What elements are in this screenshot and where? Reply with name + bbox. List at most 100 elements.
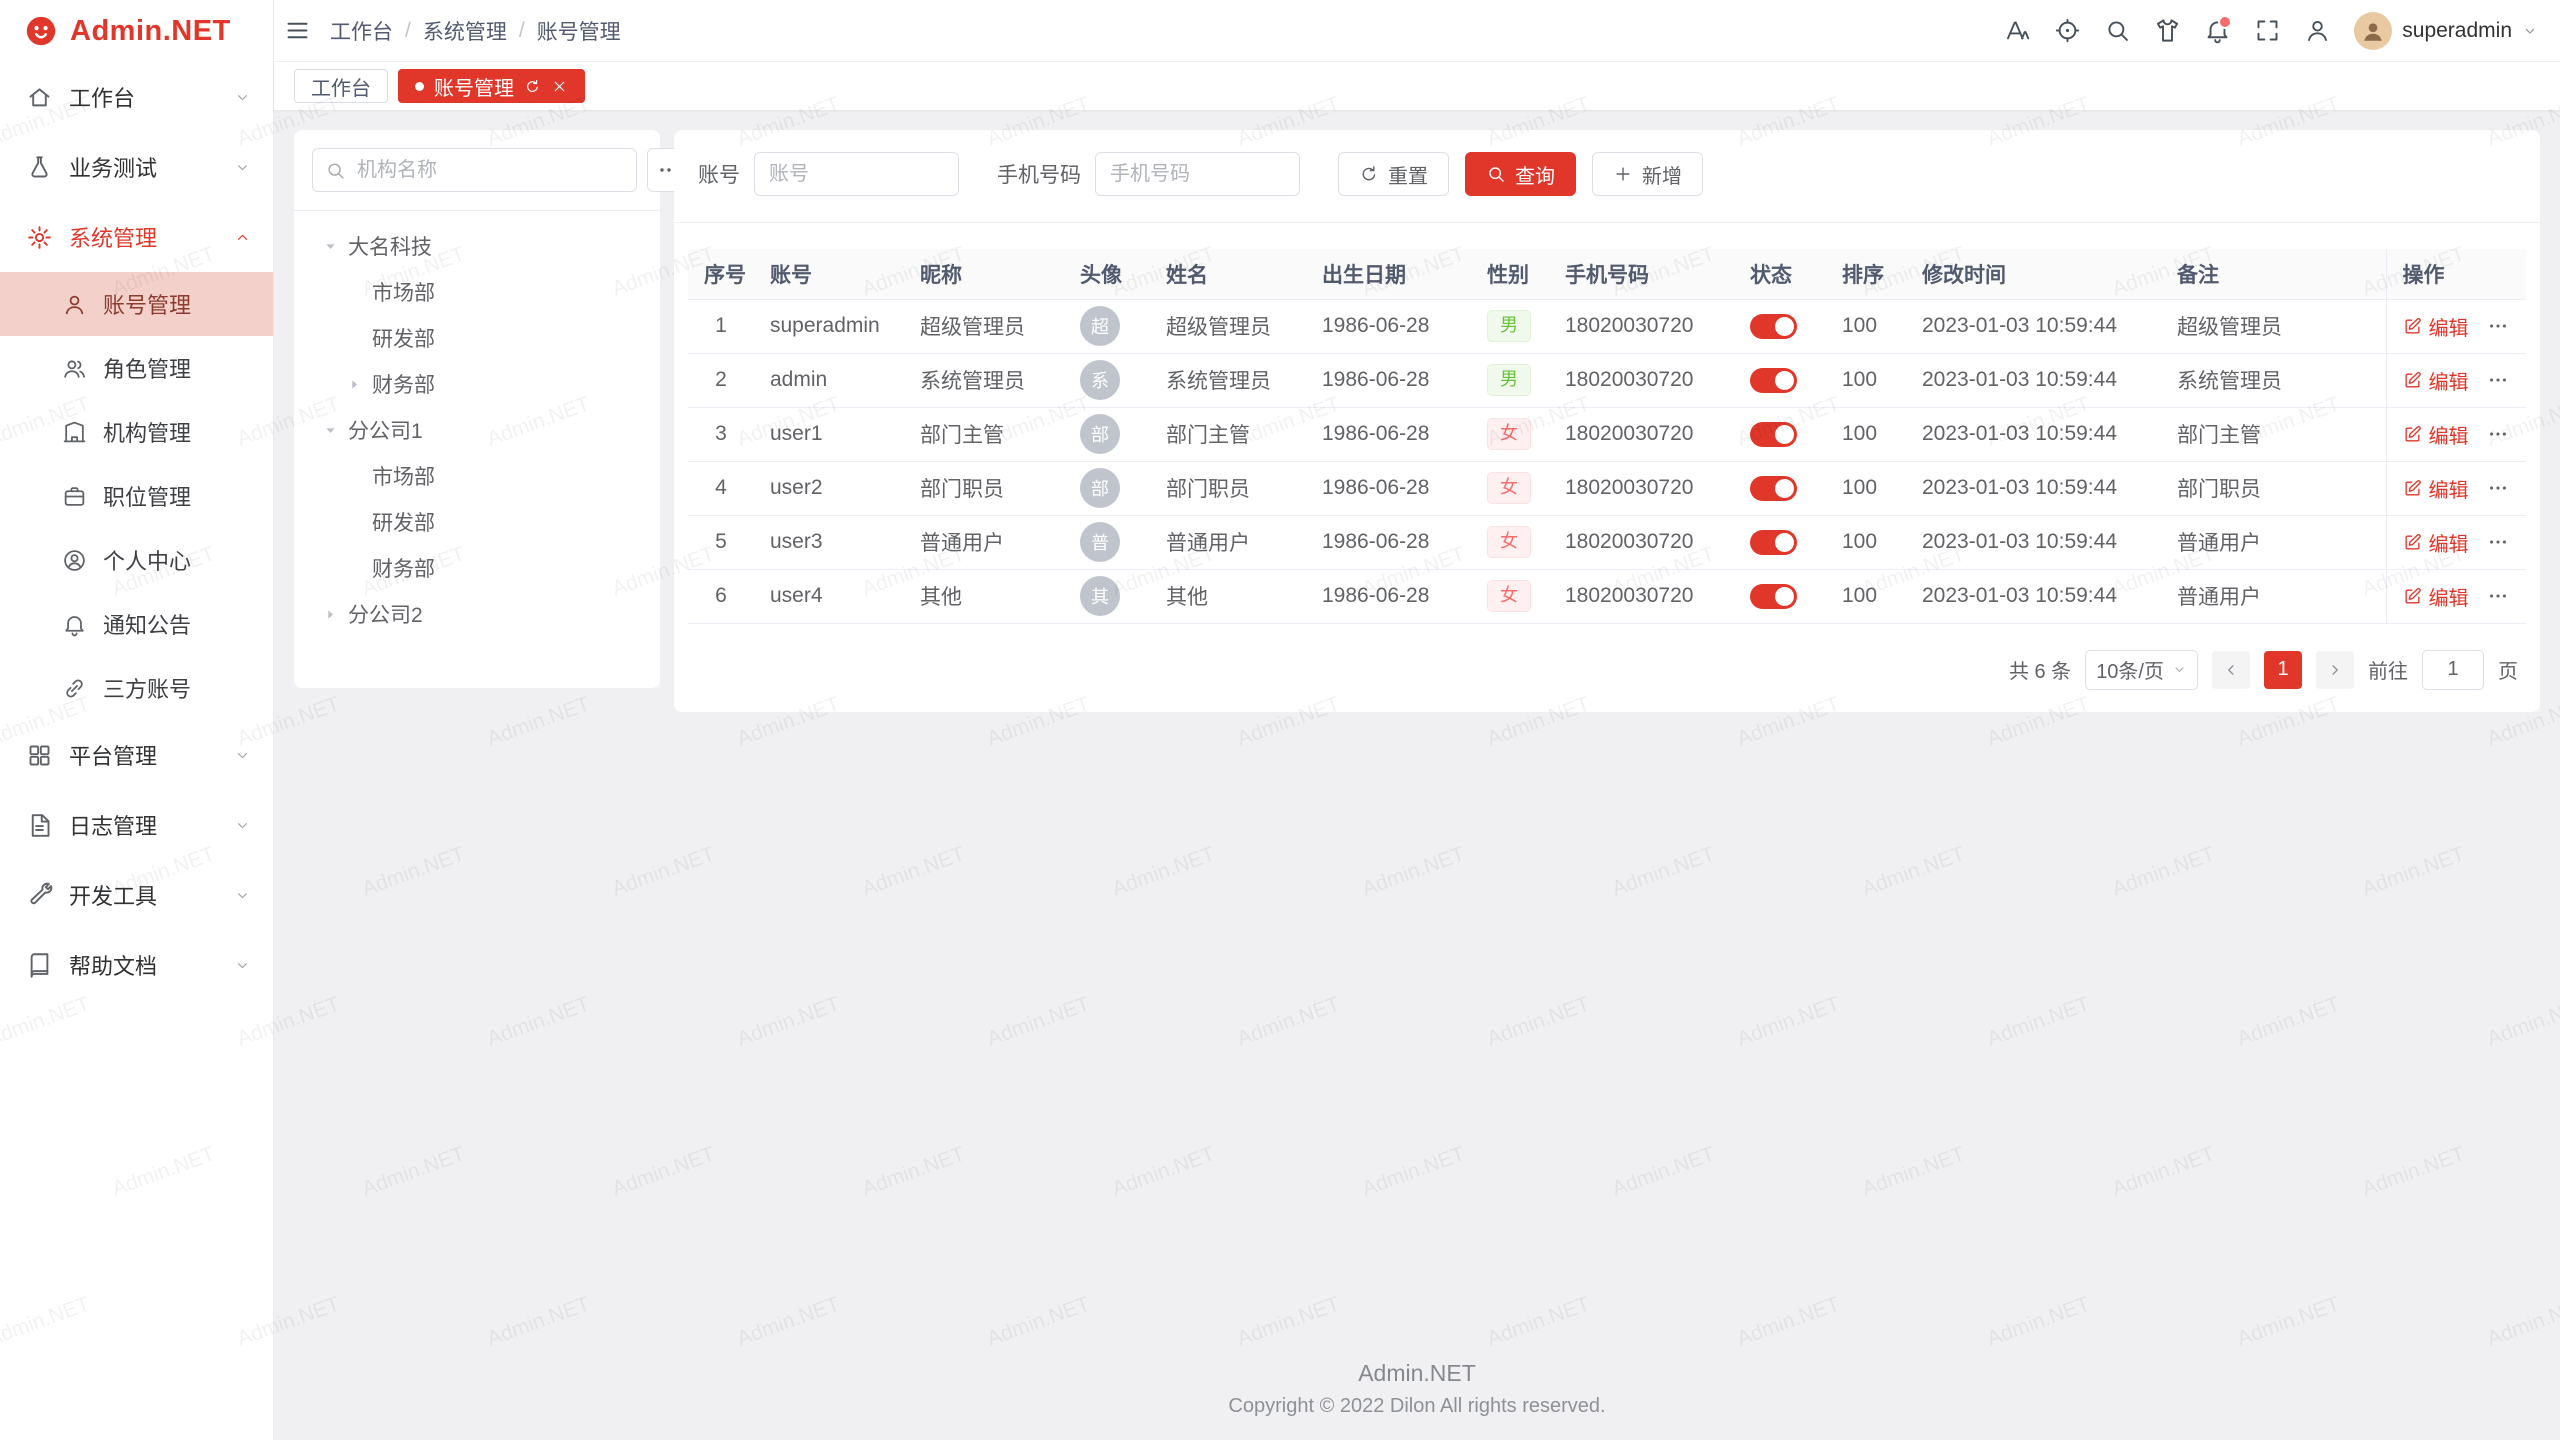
sidebar-item-gear[interactable]: 系统管理 bbox=[0, 202, 273, 272]
submenu-item-label: 三方账号 bbox=[103, 672, 191, 704]
sidebar-item-tools[interactable]: 开发工具 bbox=[0, 860, 273, 930]
sidebar-item-test[interactable]: 业务测试 bbox=[0, 132, 273, 202]
account-input[interactable] bbox=[754, 152, 959, 196]
org-search-field[interactable] bbox=[355, 158, 624, 183]
submenu-item-profile[interactable]: 个人中心 bbox=[0, 528, 273, 592]
submenu-item-link[interactable]: 三方账号 bbox=[0, 656, 273, 720]
status-toggle[interactable] bbox=[1750, 530, 1797, 555]
submenu-item-role[interactable]: 角色管理 bbox=[0, 336, 273, 400]
column-header[interactable]: 排序 bbox=[1826, 249, 1906, 299]
theme-button[interactable] bbox=[2144, 8, 2190, 54]
breadcrumb-item[interactable]: 工作台 bbox=[330, 16, 393, 46]
search-button[interactable] bbox=[2094, 8, 2140, 54]
user-button[interactable] bbox=[2294, 8, 2340, 54]
column-header[interactable]: 姓名 bbox=[1150, 249, 1306, 299]
tab-0[interactable]: 工作台 bbox=[294, 69, 388, 103]
fullscreen-button[interactable] bbox=[2244, 8, 2290, 54]
row-more-button[interactable] bbox=[2487, 585, 2509, 607]
breadcrumb-item[interactable]: 系统管理 bbox=[423, 16, 507, 46]
status-toggle[interactable] bbox=[1750, 476, 1797, 501]
next-page-button[interactable] bbox=[2316, 651, 2354, 689]
sidebar-item-home[interactable]: 工作台 bbox=[0, 62, 273, 132]
column-header[interactable]: 出生日期 bbox=[1306, 249, 1471, 299]
add-button[interactable]: 新增 bbox=[1592, 152, 1703, 196]
cell-status bbox=[1734, 461, 1826, 515]
submenu-item-bell[interactable]: 通知公告 bbox=[0, 592, 273, 656]
edit-button[interactable]: 编辑 bbox=[2403, 582, 2469, 611]
reset-button[interactable]: 重置 bbox=[1338, 152, 1449, 196]
column-header[interactable]: 序号 bbox=[688, 249, 754, 299]
locate-button[interactable] bbox=[2044, 8, 2090, 54]
row-more-button[interactable] bbox=[2487, 477, 2509, 499]
logo-icon bbox=[24, 14, 58, 48]
column-header[interactable]: 状态 bbox=[1734, 249, 1826, 299]
row-more-button[interactable] bbox=[2487, 423, 2509, 445]
status-toggle[interactable] bbox=[1750, 314, 1797, 339]
breadcrumb-item[interactable]: 账号管理 bbox=[537, 16, 621, 46]
search-button[interactable]: 查询 bbox=[1465, 152, 1576, 196]
tree-node[interactable]: 市场部 bbox=[312, 269, 642, 315]
tree-node[interactable]: 财务部 bbox=[312, 361, 642, 407]
font-size-button[interactable] bbox=[1994, 8, 2040, 54]
submenu-item-org[interactable]: 机构管理 bbox=[0, 400, 273, 464]
page-size-select[interactable]: 10条/页 bbox=[2085, 650, 2198, 690]
tree-node[interactable]: 大名科技 bbox=[312, 223, 642, 269]
sidebar-item-grid[interactable]: 平台管理 bbox=[0, 720, 273, 790]
row-avatar: 部 bbox=[1080, 468, 1120, 508]
tree-node[interactable]: 市场部 bbox=[312, 453, 642, 499]
tab-1[interactable]: 账号管理 bbox=[398, 69, 585, 103]
edit-button[interactable]: 编辑 bbox=[2403, 528, 2469, 557]
spacer bbox=[274, 732, 2560, 1361]
row-more-button[interactable] bbox=[2487, 531, 2509, 553]
user-icon bbox=[2304, 17, 2331, 44]
submenu-item-account[interactable]: 账号管理 bbox=[0, 272, 273, 336]
app-logo[interactable]: Admin.NET bbox=[0, 0, 273, 62]
notification-button[interactable] bbox=[2194, 8, 2240, 54]
page-number-button[interactable]: 1 bbox=[2264, 651, 2302, 689]
row-more-button[interactable] bbox=[2487, 369, 2509, 391]
tree-node[interactable]: 财务部 bbox=[312, 545, 642, 591]
tree-node[interactable]: 分公司2 bbox=[312, 591, 642, 637]
user-menu[interactable]: superadmin bbox=[2354, 12, 2538, 50]
cell-account: user2 bbox=[754, 461, 904, 515]
tree-node[interactable]: 研发部 bbox=[312, 315, 642, 361]
phone-input[interactable] bbox=[1095, 152, 1300, 196]
collapse-sidebar-button[interactable] bbox=[274, 8, 320, 54]
cell-order: 100 bbox=[1826, 353, 1906, 407]
sidebar-item-docs[interactable]: 帮助文档 bbox=[0, 930, 273, 1000]
hamburger-icon bbox=[284, 17, 311, 44]
column-header[interactable]: 操作 bbox=[2386, 249, 2526, 299]
edit-button[interactable]: 编辑 bbox=[2403, 312, 2469, 341]
cell-actions: 编辑 bbox=[2386, 299, 2526, 353]
sidebar-item-log[interactable]: 日志管理 bbox=[0, 790, 273, 860]
refresh-icon bbox=[1359, 164, 1379, 184]
caret-down-icon bbox=[318, 239, 342, 254]
plus-icon bbox=[1613, 164, 1633, 184]
row-more-button[interactable] bbox=[2487, 315, 2509, 337]
status-toggle[interactable] bbox=[1750, 422, 1797, 447]
edit-button[interactable]: 编辑 bbox=[2403, 366, 2469, 395]
more-icon bbox=[2487, 531, 2509, 553]
edit-button[interactable]: 编辑 bbox=[2403, 474, 2469, 503]
edit-button[interactable]: 编辑 bbox=[2403, 420, 2469, 449]
prev-page-button[interactable] bbox=[2212, 651, 2250, 689]
column-header[interactable]: 手机号码 bbox=[1549, 249, 1734, 299]
status-toggle[interactable] bbox=[1750, 584, 1797, 609]
column-header[interactable]: 性别 bbox=[1471, 249, 1549, 299]
submenu-item-position[interactable]: 职位管理 bbox=[0, 464, 273, 528]
cell-name: 其他 bbox=[1150, 569, 1306, 623]
column-header[interactable]: 修改时间 bbox=[1906, 249, 2161, 299]
tree-node-label: 分公司1 bbox=[348, 415, 423, 445]
goto-page-input[interactable] bbox=[2422, 650, 2484, 690]
tree-indent bbox=[342, 476, 366, 477]
cell-avatar: 部 bbox=[1064, 407, 1150, 461]
column-header[interactable]: 账号 bbox=[754, 249, 904, 299]
org-search-input[interactable] bbox=[312, 148, 637, 192]
cell-gender: 女 bbox=[1471, 407, 1549, 461]
status-toggle[interactable] bbox=[1750, 368, 1797, 393]
column-header[interactable]: 备注 bbox=[2161, 249, 2386, 299]
tree-node[interactable]: 分公司1 bbox=[312, 407, 642, 453]
tree-node[interactable]: 研发部 bbox=[312, 499, 642, 545]
column-header[interactable]: 头像 bbox=[1064, 249, 1150, 299]
column-header[interactable]: 昵称 bbox=[904, 249, 1064, 299]
